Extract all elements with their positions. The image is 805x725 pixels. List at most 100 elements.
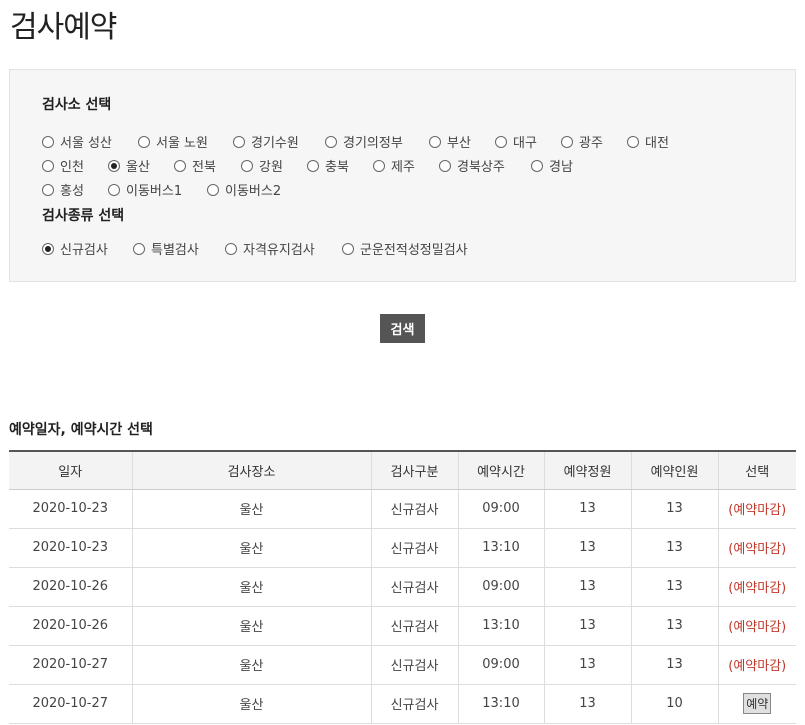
cell-action: (예약마감) — [717, 528, 796, 568]
results-title: 예약일자, 예약시간 선택 — [9, 422, 153, 438]
cell-time: 09:00 — [457, 645, 544, 685]
cell-capacity: 13 — [543, 684, 631, 724]
header-place: 검사장소 — [131, 450, 371, 490]
center-option-busan[interactable]: 부산 — [429, 132, 471, 151]
center-option-gwangju[interactable]: 광주 — [561, 132, 603, 151]
type-option-special[interactable]: 특별검사 — [133, 239, 199, 258]
cell-capacity: 13 — [543, 567, 631, 607]
radio-button-checked[interactable] — [108, 159, 120, 172]
radio-button[interactable] — [307, 159, 319, 172]
center-option-gangwon[interactable]: 강원 — [241, 156, 283, 175]
status-closed: (예약마감) — [728, 659, 787, 674]
cell-action: (예약마감) — [717, 489, 796, 529]
cell-place: 울산 — [131, 567, 371, 607]
header-capacity: 예약정원 — [543, 450, 631, 490]
center-option-incheon[interactable]: 인천 — [42, 156, 84, 175]
center-option-gyeonggi-uijeongbu[interactable]: 경기의정부 — [325, 132, 403, 151]
status-closed: (예약마감) — [728, 581, 787, 596]
radio-button[interactable] — [108, 183, 120, 196]
header-select: 선택 — [717, 450, 796, 490]
radio-button[interactable] — [561, 135, 573, 148]
cell-time: 13:10 — [457, 606, 544, 646]
cell-place: 울산 — [131, 645, 371, 685]
table-header-row: 일자 검사장소 검사구분 예약시간 예약정원 예약인원 선택 — [9, 450, 796, 490]
radio-button[interactable] — [373, 159, 385, 172]
cell-reserved: 13 — [630, 606, 718, 646]
radio-button[interactable] — [138, 135, 150, 148]
radio-button[interactable] — [42, 183, 54, 196]
cell-place: 울산 — [131, 528, 371, 568]
cell-time: 09:00 — [457, 567, 544, 607]
table-row: 2020-10-27 울산 신규검사 13:10 13 10 예약 — [9, 684, 796, 724]
table-row: 2020-10-23 울산 신규검사 09:00 13 13 (예약마감) — [9, 489, 796, 529]
radio-button[interactable] — [133, 242, 145, 255]
header-category: 검사구분 — [370, 450, 458, 490]
radio-button[interactable] — [342, 242, 354, 255]
radio-button[interactable] — [225, 242, 237, 255]
cell-reserved: 13 — [630, 489, 718, 529]
status-closed: (예약마감) — [728, 503, 787, 518]
table-row: 2020-10-27 울산 신규검사 09:00 13 13 (예약마감) — [9, 645, 796, 685]
filter-panel: 검사소 선택 서울 성산 서울 노원 경기수원 경기의정부 부산 대구 광주 대… — [9, 69, 796, 282]
center-option-jeju[interactable]: 제주 — [373, 156, 415, 175]
cell-place: 울산 — [131, 606, 371, 646]
cell-capacity: 13 — [543, 606, 631, 646]
cell-date: 2020-10-26 — [9, 606, 132, 646]
center-option-daejeon[interactable]: 대전 — [627, 132, 669, 151]
radio-button[interactable] — [531, 159, 543, 172]
center-option-gyeongnam[interactable]: 경남 — [531, 156, 573, 175]
radio-button[interactable] — [42, 159, 54, 172]
center-option-chungbuk[interactable]: 충북 — [307, 156, 349, 175]
header-time: 예약시간 — [457, 450, 544, 490]
cell-reserved: 13 — [630, 645, 718, 685]
cell-category: 신규검사 — [370, 606, 458, 646]
center-option-seoul-seongsan[interactable]: 서울 성산 — [42, 132, 112, 151]
radio-button[interactable] — [233, 135, 245, 148]
cell-date: 2020-10-27 — [9, 645, 132, 685]
radio-button[interactable] — [439, 159, 451, 172]
radio-button[interactable] — [241, 159, 253, 172]
cell-action: (예약마감) — [717, 606, 796, 646]
header-reserved: 예약인원 — [630, 450, 718, 490]
status-closed: (예약마감) — [728, 542, 787, 557]
cell-date: 2020-10-23 — [9, 528, 132, 568]
center-option-daegu[interactable]: 대구 — [495, 132, 537, 151]
center-option-gyeongbuk-sangju[interactable]: 경북상주 — [439, 156, 505, 175]
search-button[interactable]: 검색 — [380, 314, 425, 343]
center-section-label: 검사소 선택 — [42, 97, 112, 113]
table-row: 2020-10-26 울산 신규검사 09:00 13 13 (예약마감) — [9, 567, 796, 607]
cell-time: 13:10 — [457, 684, 544, 724]
type-option-maintenance[interactable]: 자격유지검사 — [225, 239, 315, 258]
type-option-new[interactable]: 신규검사 — [42, 239, 108, 258]
cell-place: 울산 — [131, 489, 371, 529]
radio-button[interactable] — [207, 183, 219, 196]
reservation-table: 일자 검사장소 검사구분 예약시간 예약정원 예약인원 선택 2020-10-2… — [9, 450, 796, 724]
reserve-button[interactable]: 예약 — [743, 693, 772, 714]
table-row: 2020-10-23 울산 신규검사 13:10 13 13 (예약마감) — [9, 528, 796, 568]
cell-reserved: 10 — [630, 684, 718, 724]
cell-time: 13:10 — [457, 528, 544, 568]
center-option-hongseong[interactable]: 홍성 — [42, 180, 84, 199]
page-title: 검사예약 — [10, 10, 117, 45]
table-row: 2020-10-26 울산 신규검사 13:10 13 13 (예약마감) — [9, 606, 796, 646]
cell-reserved: 13 — [630, 528, 718, 568]
radio-button-checked[interactable] — [42, 242, 54, 255]
center-option-seoul-nowon[interactable]: 서울 노원 — [138, 132, 208, 151]
radio-button[interactable] — [627, 135, 639, 148]
radio-button[interactable] — [495, 135, 507, 148]
radio-button[interactable] — [325, 135, 337, 148]
center-option-mobile-bus-1[interactable]: 이동버스1 — [108, 180, 182, 199]
cell-action: 예약 — [717, 684, 796, 724]
cell-category: 신규검사 — [370, 684, 458, 724]
center-option-jeonbuk[interactable]: 전북 — [174, 156, 216, 175]
radio-button[interactable] — [429, 135, 441, 148]
cell-category: 신규검사 — [370, 489, 458, 529]
center-option-gyeonggi-suwon[interactable]: 경기수원 — [233, 132, 299, 151]
cell-capacity: 13 — [543, 489, 631, 529]
type-option-military[interactable]: 군운전적성정밀검사 — [342, 239, 468, 258]
radio-button[interactable] — [42, 135, 54, 148]
center-option-mobile-bus-2[interactable]: 이동버스2 — [207, 180, 281, 199]
center-option-ulsan[interactable]: 울산 — [108, 156, 150, 175]
radio-button[interactable] — [174, 159, 186, 172]
cell-reserved: 13 — [630, 567, 718, 607]
